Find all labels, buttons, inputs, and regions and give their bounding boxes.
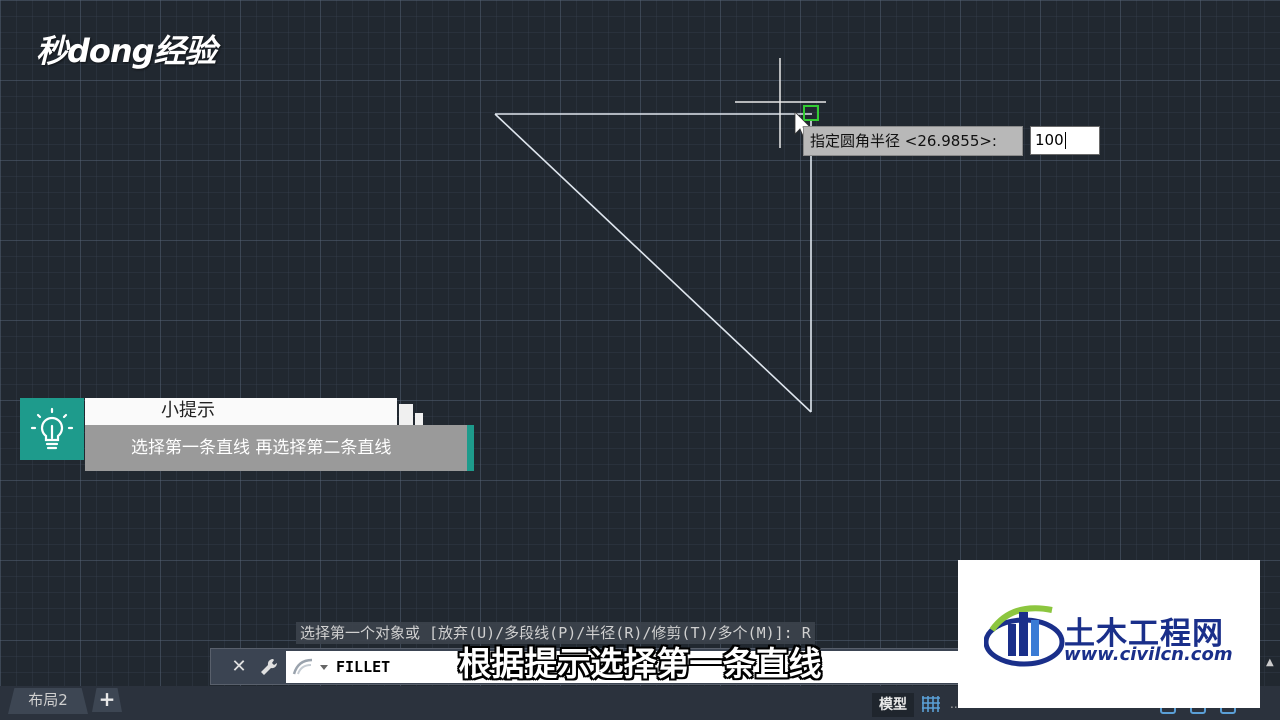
tip-icon-box [20,398,84,460]
tip-accent-edge [467,425,474,471]
lightbulb-icon [30,407,74,450]
triangle-lines[interactable] [494,113,812,413]
radius-input-value[interactable]: 100 [1035,131,1064,149]
tip-title-bar: 小提示 [85,398,397,425]
endpoint-snap-marker [803,105,819,121]
diagonal-line[interactable] [494,113,812,413]
tip-body-text: 选择第一条直线 再选择第二条直线 [131,438,392,458]
tip-title: 小提示 [161,400,215,421]
scroll-up-icon[interactable]: ▲ [1266,657,1278,671]
tip-decoration [399,404,413,425]
tip-body: 选择第一条直线 再选择第二条直线 [85,425,469,471]
grid-icon[interactable] [920,692,944,716]
civilcn-logo-icon [983,600,1068,670]
model-space-button[interactable]: 模型 [872,693,914,717]
tip-decoration [415,413,423,425]
tab-layout2[interactable]: 布局2 [8,688,88,714]
radius-prompt-tooltip: 指定圆角半径 <26.9855>: [803,126,1023,156]
add-layout-button[interactable]: + [92,688,122,712]
civilcn-url: www.civilcn.com [1064,644,1233,665]
text-caret [1064,132,1066,149]
radius-input-field[interactable]: 100 [1030,126,1100,155]
